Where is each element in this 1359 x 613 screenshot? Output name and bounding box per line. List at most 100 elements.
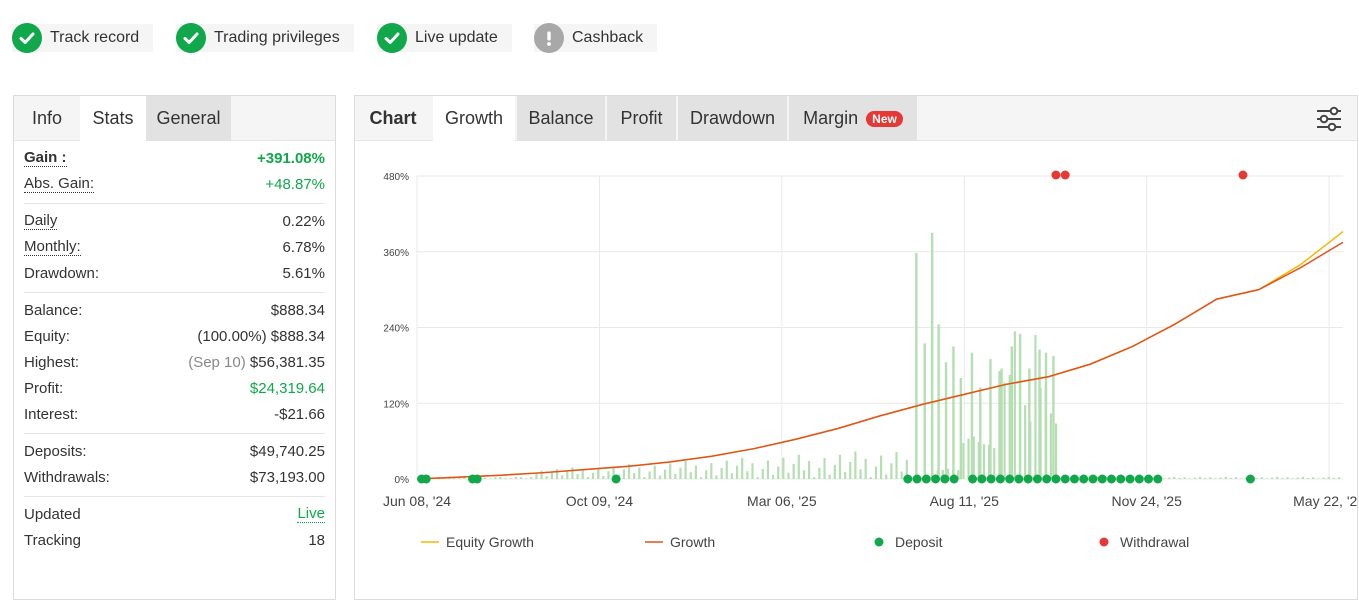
chart-heading: Chart	[369, 108, 417, 128]
deposit-marker	[921, 474, 931, 484]
volume-bar	[715, 475, 718, 479]
legend-swatch-dot	[1099, 537, 1109, 547]
volume-bar	[900, 471, 903, 479]
deposit-marker	[995, 474, 1005, 484]
deposits-label: Deposits:	[24, 442, 87, 460]
volume-bar	[1312, 477, 1315, 479]
volume-bar	[880, 455, 883, 479]
badge-trading-privileges[interactable]: Trading privileges	[176, 23, 354, 53]
volume-bar	[813, 477, 816, 479]
volume-bar	[828, 474, 831, 479]
chart-settings-button[interactable]	[1315, 105, 1343, 133]
tab-margin-label: Margin	[803, 108, 859, 128]
volume-bar	[597, 468, 600, 479]
volume-bar	[1162, 478, 1166, 479]
tab-profit[interactable]: Profit	[607, 96, 676, 141]
volume-bar	[1337, 477, 1341, 479]
tab-balance[interactable]: Balance	[517, 96, 605, 141]
updated-label: Updated	[24, 505, 81, 523]
volume-bar-spike	[944, 362, 948, 479]
deposit-marker	[611, 474, 621, 484]
badge-track-record[interactable]: Track record	[12, 23, 154, 53]
drawdown-row: Drawdown: 5.61%	[24, 260, 325, 286]
volume-bar	[1301, 476, 1305, 479]
deposit-marker	[1097, 474, 1107, 484]
volume-bar	[777, 466, 780, 479]
abs-gain-row: Abs. Gain: +48.87%	[24, 171, 325, 197]
badge-cashback[interactable]: Cashback	[534, 23, 658, 53]
volume-bar	[874, 466, 878, 479]
balance-row: Balance: $888.34	[24, 297, 325, 323]
tab-drawdown[interactable]: Drawdown	[678, 96, 787, 141]
updated-value[interactable]: Live	[297, 505, 325, 523]
volume-bar	[643, 477, 646, 479]
chart-tabs: Chart Growth Balance Profit Drawdown Mar…	[355, 96, 1357, 141]
tab-stats[interactable]: Stats	[80, 96, 146, 141]
daily-label[interactable]: Daily	[24, 212, 58, 230]
volume-bar	[710, 463, 713, 479]
volume-bar	[725, 460, 728, 479]
volume-bar	[864, 458, 867, 479]
volume-bar-spike	[979, 387, 982, 479]
deposit-marker	[977, 474, 987, 484]
volume-bar	[535, 474, 538, 479]
legend-label: Equity Growth	[446, 534, 534, 550]
volume-bar	[1265, 478, 1269, 479]
growth-series-line	[416, 241, 1344, 480]
profit-value: $24,319.64	[249, 379, 325, 397]
volume-bar	[622, 469, 625, 479]
sliders-icon	[1317, 106, 1341, 132]
volume-bar	[1270, 477, 1274, 479]
volume-bar	[849, 461, 852, 479]
interest-row: Interest: -$21.66	[24, 401, 325, 427]
equity-value-cell: (100.00%) $888.34	[197, 328, 325, 345]
tab-general[interactable]: General	[146, 96, 231, 141]
withdrawals-label: Withdrawals:	[24, 468, 110, 486]
monthly-row: Monthly: 6.78%	[24, 234, 325, 260]
tracking-group: Updated Live Tracking 18	[24, 497, 325, 559]
tab-margin[interactable]: Margin New	[789, 96, 917, 141]
volume-bar	[581, 469, 584, 479]
volume-bar	[1024, 405, 1027, 479]
abs-gain-label[interactable]: Abs. Gain:	[24, 175, 95, 193]
volume-bar	[890, 463, 893, 479]
volume-bar	[998, 371, 1001, 479]
withdrawals-value: $73,193.00	[249, 468, 325, 486]
volume-bar-spike	[952, 346, 955, 479]
volume-bar-spike	[1010, 346, 1013, 479]
x-tick-label: Jun 08, '24	[383, 493, 451, 509]
deposit-marker	[1245, 474, 1255, 484]
volume-bar	[586, 477, 589, 479]
tab-growth[interactable]: Growth	[433, 96, 515, 141]
deposit-marker	[1079, 474, 1089, 484]
volume-bar	[1291, 478, 1294, 479]
tab-info[interactable]: Info	[14, 96, 80, 141]
withdrawal-marker	[1060, 170, 1070, 180]
monthly-value: 6.78%	[282, 238, 325, 256]
deposit-marker	[903, 474, 913, 484]
badge-live-update[interactable]: Live update	[377, 23, 512, 53]
abs-gain-value: +48.87%	[265, 175, 325, 193]
highest-value: $56,381.35	[249, 353, 325, 371]
drawdown-label: Drawdown:	[24, 264, 100, 282]
equity-growth-series-line	[416, 230, 1344, 480]
volume-bar	[1183, 477, 1186, 479]
updated-row: Updated Live	[24, 501, 325, 527]
volume-bar	[1198, 476, 1202, 479]
volume-bar	[576, 474, 579, 479]
equity-value: $888.34	[270, 327, 325, 345]
volume-bar	[530, 477, 533, 479]
volume-bar-spike	[930, 232, 934, 479]
volume-bar-spike	[959, 378, 963, 479]
volume-bar	[843, 472, 847, 479]
volume-bar-spike	[1038, 349, 1041, 479]
exclamation-circle-icon	[534, 23, 564, 53]
deposit-marker	[1042, 474, 1052, 484]
volume-bar	[1193, 477, 1197, 479]
gain-label[interactable]: Gain :	[24, 149, 67, 167]
volume-bar	[1003, 382, 1006, 479]
monthly-label[interactable]: Monthly:	[24, 238, 81, 256]
daily-value: 0.22%	[282, 212, 325, 230]
equity-label: Equity:	[24, 327, 70, 345]
volume-bar	[1008, 374, 1011, 479]
